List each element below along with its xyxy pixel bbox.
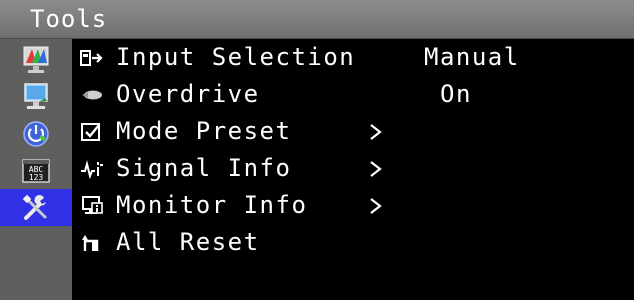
sidebar-item-tools[interactable] — [0, 189, 72, 226]
menu-item-label: Mode Preset — [116, 117, 292, 145]
all-reset-icon — [82, 235, 99, 251]
menu-item-label: All Reset — [116, 228, 260, 256]
overdrive-icon — [82, 90, 102, 100]
menu-item-overdrive[interactable]: Overdrive On — [72, 76, 634, 113]
title-bar: Tools — [0, 0, 634, 39]
chevron-right-icon — [370, 124, 382, 140]
chevron-right-icon — [370, 161, 382, 177]
monitor-info-icon — [82, 196, 103, 214]
category-sidebar: ABC 123 — [0, 39, 72, 300]
input-selection-value: Manual — [424, 43, 520, 71]
screen-settings-icon — [24, 82, 48, 109]
mode-preset-icon — [81, 123, 100, 141]
menu-item-input-selection[interactable]: Input Selection Manual — [72, 39, 634, 76]
menu-title: Tools — [30, 5, 108, 33]
menu-item-label: Signal Info — [116, 154, 292, 182]
chevron-right-icon — [370, 198, 382, 214]
sidebar-item-language[interactable]: ABC 123 — [0, 152, 72, 189]
menu-item-label: Overdrive — [116, 80, 260, 108]
menu-item-monitor-info[interactable]: Monitor Info — [72, 187, 634, 224]
sidebar-item-eco[interactable] — [0, 115, 72, 152]
sidebar-lang-123: 123 — [29, 173, 44, 182]
menu-item-all-reset[interactable]: All Reset — [72, 224, 634, 261]
menu-item-mode-preset[interactable]: Mode Preset — [72, 113, 634, 150]
input-selection-icon — [80, 50, 103, 66]
menu-item-label: Monitor Info — [116, 191, 308, 219]
monitor-osd-menu: Tools ABC 123 Input Selection Manual Ove… — [0, 0, 634, 300]
tools-icon — [22, 194, 47, 220]
menu-item-label: Input Selection — [116, 43, 356, 71]
menu-item-signal-info[interactable]: Signal Info — [72, 150, 634, 187]
sidebar-item-color[interactable] — [0, 41, 72, 78]
language-abc-123-icon: ABC 123 — [22, 158, 50, 183]
overdrive-value: On — [440, 80, 472, 108]
tools-menu-list: Input Selection Manual Overdrive On Mode… — [72, 39, 634, 300]
sidebar-item-screen[interactable] — [0, 78, 72, 115]
color-adjust-icon — [23, 46, 49, 73]
signal-info-icon — [81, 160, 103, 180]
power-eco-icon — [23, 120, 49, 147]
